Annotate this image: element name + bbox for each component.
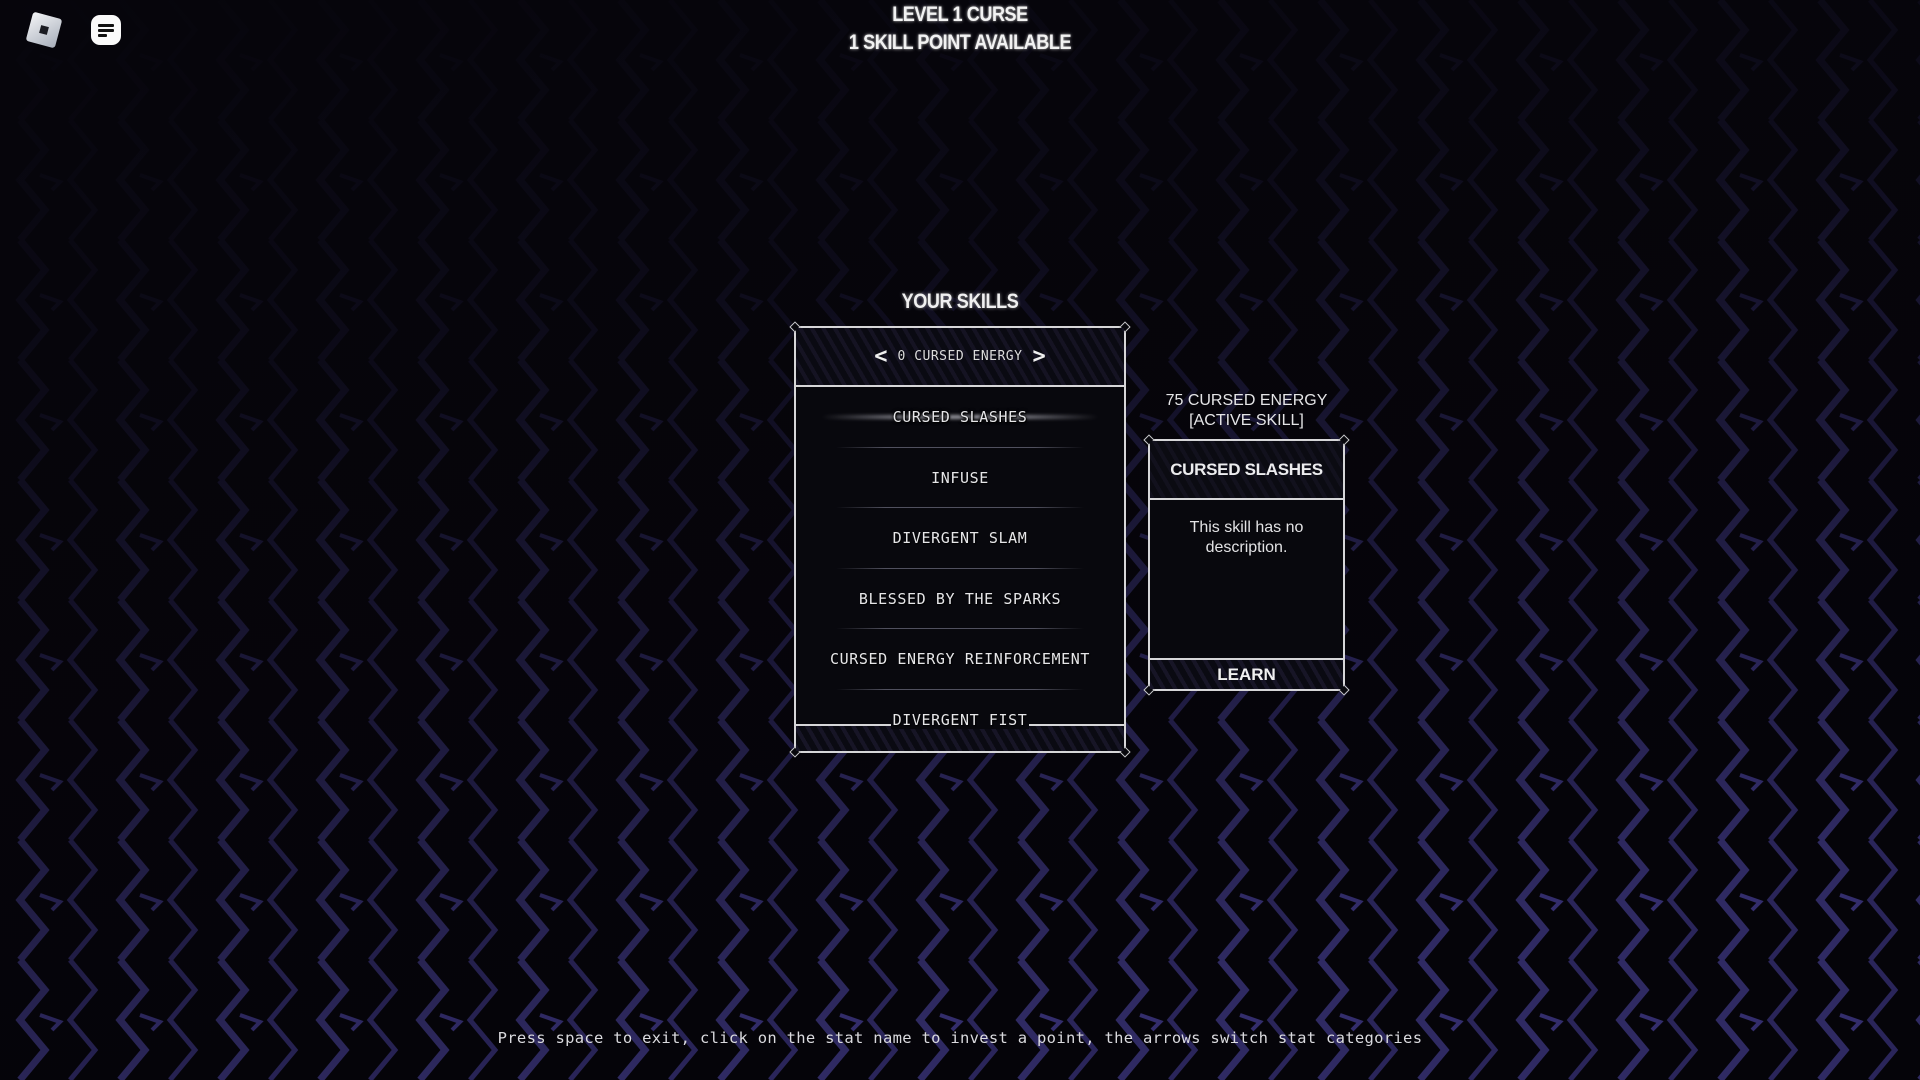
skill-cost: 75 CURSED ENERGY <box>1165 392 1328 409</box>
level-label: LEVEL 1 CURSE <box>892 3 1028 26</box>
skills-panel: < 0 CURSED ENERGY > CURSED SLASHES INFUS… <box>789 321 1131 758</box>
prev-category-arrow[interactable]: < <box>874 345 887 368</box>
roblox-menu-icon <box>25 11 63 49</box>
chat-button[interactable] <box>86 10 126 50</box>
skill-description: This skill has no description. <box>1189 519 1304 556</box>
skill-item-cursed-slashes[interactable]: CURSED SLASHES <box>796 387 1124 448</box>
next-category-arrow[interactable]: > <box>1032 345 1045 368</box>
learn-button[interactable]: LEARN <box>1150 658 1343 689</box>
skill-list[interactable]: CURSED SLASHES INFUSE DIVERGENT SLAM BLE… <box>796 387 1124 730</box>
skill-item-blessed-by-the-sparks[interactable]: BLESSED BY THE SPARKS <box>796 569 1124 630</box>
skill-type: [ACTIVE SKILL] <box>1189 412 1304 429</box>
controls-hint: Press space to exit, click on the stat n… <box>497 1029 1423 1047</box>
category-switcher: < 0 CURSED ENERGY > <box>796 328 1124 387</box>
skill-info-title: CURSED SLASHES <box>1150 441 1343 500</box>
skill-item-cursed-energy-reinforcement[interactable]: CURSED ENERGY REINFORCEMENT <box>796 629 1124 690</box>
skill-info-panel: CURSED SLASHES This skill has no descrip… <box>1143 434 1350 696</box>
your-skills-title: YOUR SKILLS <box>901 290 1019 313</box>
roblox-menu-button[interactable] <box>24 10 64 50</box>
skill-points-label: 1 SKILL POINT AVAILABLE <box>848 31 1072 54</box>
category-label: 0 CURSED ENERGY <box>897 349 1023 364</box>
chat-icon <box>91 15 121 45</box>
game-ui: LEVEL 1 CURSE 1 SKILL POINT AVAILABLE YO… <box>0 0 1920 1080</box>
skill-item-divergent-slam[interactable]: DIVERGENT SLAM <box>796 508 1124 569</box>
skill-item-infuse[interactable]: INFUSE <box>796 448 1124 509</box>
